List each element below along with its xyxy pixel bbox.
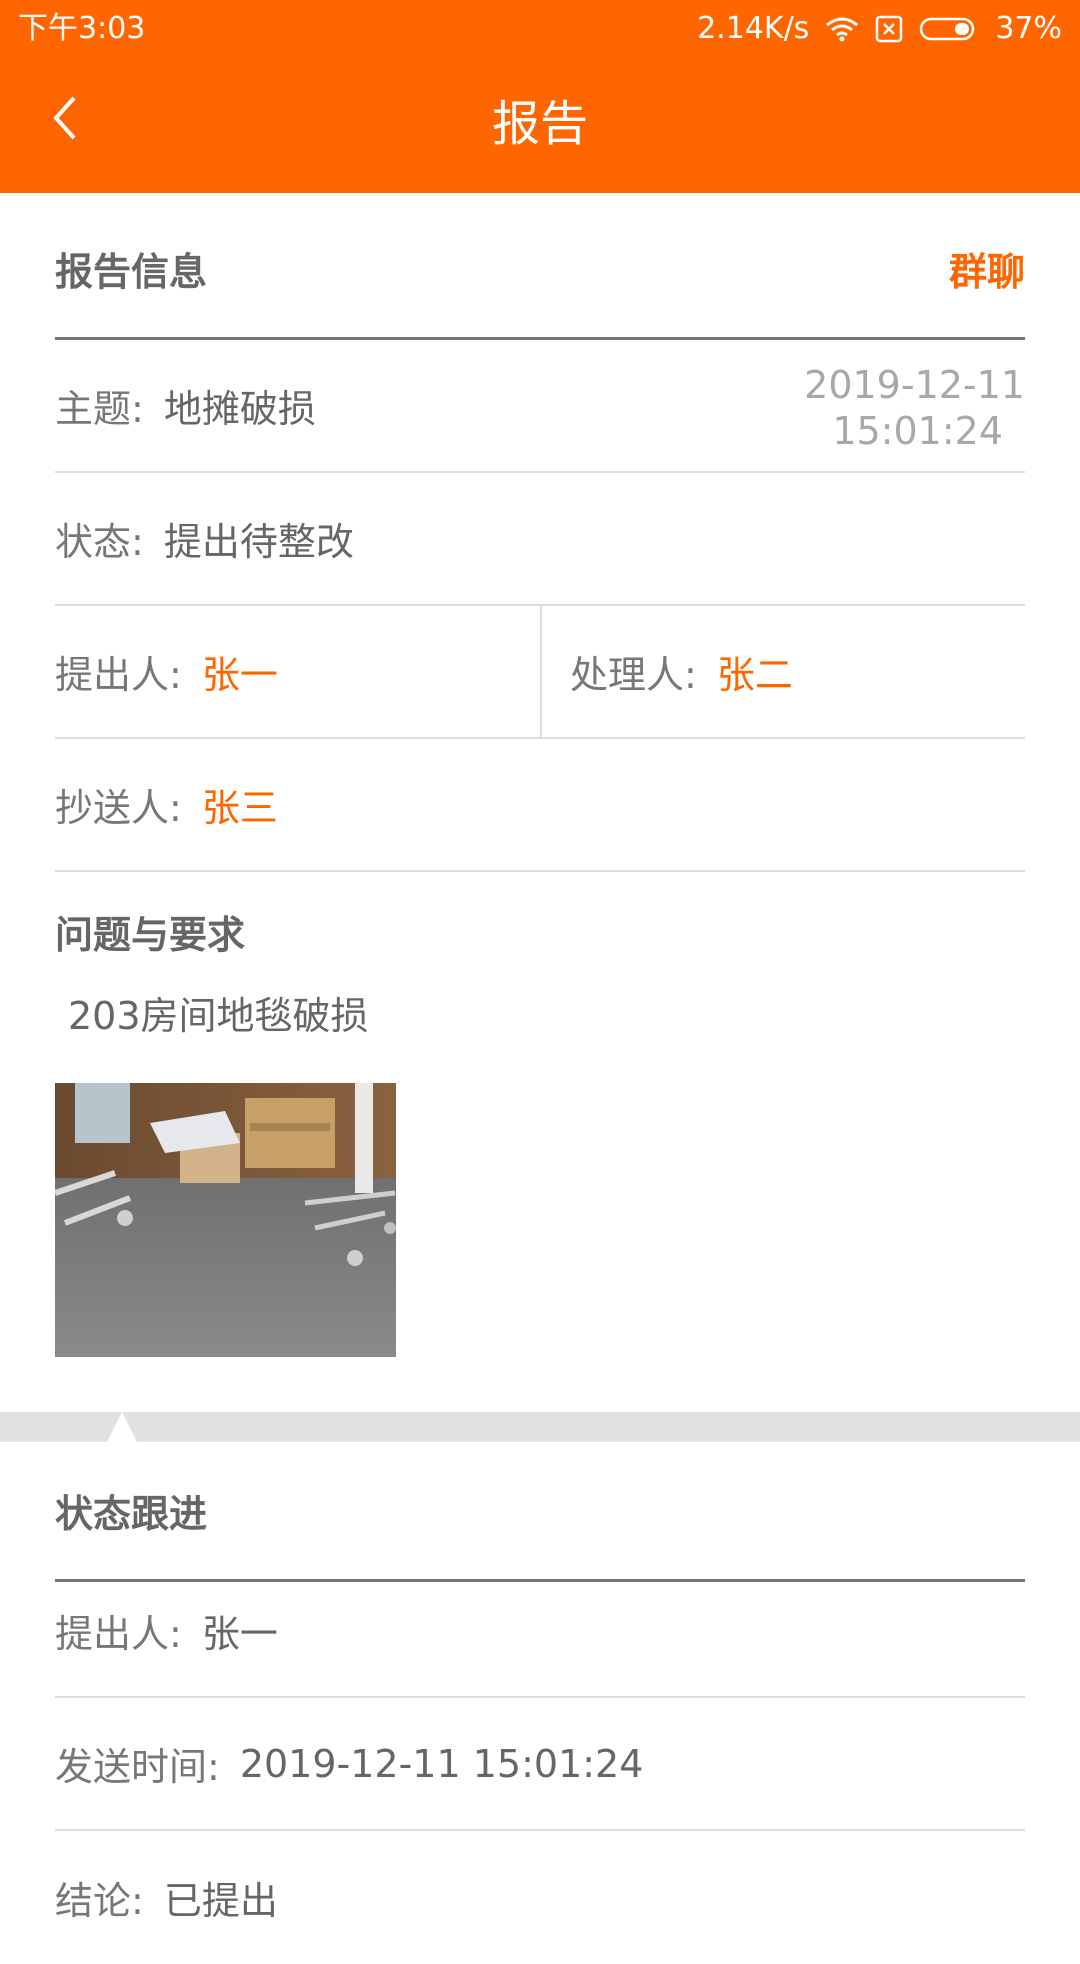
status-label: 状态: <box>55 520 144 564</box>
issue-description: 203房间地毯破损 <box>68 994 369 1038</box>
issue-title: 问题与要求 <box>55 913 246 957</box>
status-value: 提出待整改 <box>163 520 354 564</box>
subject-row: 主题: 地摊破损 2019-12-11 15:01:24 <box>55 340 1025 473</box>
send-time-row: 发送时间: 2019-12-11 15:01:24 <box>55 1698 1025 1831</box>
conclusion-label: 结论: <box>55 1879 144 1923</box>
status-time: 下午3:03 <box>18 11 146 46</box>
subject-value: 地摊破损 <box>163 387 316 431</box>
status-bar: 下午3:03 2.14K/s 37% <box>0 0 1080 58</box>
subject-label: 主题: <box>55 387 144 431</box>
report-timestamp: 2019-12-11 15:01:24 <box>804 362 1025 454</box>
section-divider <box>0 1412 1080 1442</box>
sim-off-icon <box>875 15 903 43</box>
send-time-value: 2019-12-11 15:01:24 <box>239 1741 644 1786</box>
battery-level: 37% <box>995 11 1062 46</box>
proposer-label: 提出人: <box>55 653 182 697</box>
proposer-name[interactable]: 张一 <box>202 644 278 699</box>
network-speed: 2.14K/s <box>697 11 810 46</box>
conclusion-value: 已提出 <box>163 1879 278 1923</box>
conclusion-row: 结论: 已提出 <box>55 1831 1025 1964</box>
proposer-cell: 提出人: 张一 <box>55 606 540 737</box>
people-row: 提出人: 张一 处理人: 张二 <box>55 606 1025 739</box>
handler-cell: 处理人: 张二 <box>540 606 1025 737</box>
cc-name[interactable]: 张三 <box>202 777 278 832</box>
page-title: 报告 <box>491 96 588 152</box>
wifi-icon <box>825 16 859 42</box>
follow-up-header: 状态跟进 <box>55 1442 1025 1582</box>
follow-up-proposer-value: 张一 <box>201 1612 278 1656</box>
handler-name[interactable]: 张二 <box>717 644 793 699</box>
report-info-title: 报告信息 <box>55 250 208 294</box>
cc-row: 抄送人: 张三 <box>55 739 1025 872</box>
status-indicators: 2.14K/s 37% <box>697 0 1062 58</box>
send-time-label: 发送时间: <box>55 1745 220 1789</box>
follow-up-proposer-row: 提出人: 张一 <box>55 1565 1025 1698</box>
report-time: 15:01:24 <box>832 409 1003 453</box>
battery-icon <box>919 16 979 42</box>
follow-up-proposer-label: 提出人: <box>55 1612 182 1656</box>
status-row: 状态: 提出待整改 <box>55 473 1025 606</box>
report-date: 2019-12-11 <box>804 363 1025 407</box>
follow-up-title: 状态跟进 <box>55 1492 208 1536</box>
app-header: 下午3:03 2.14K/s 37% 报告 <box>0 0 1080 193</box>
handler-label: 处理人: <box>570 653 697 697</box>
group-chat-button[interactable]: 群聊 <box>949 241 1025 296</box>
report-info-header: 报告信息 群聊 <box>55 200 1025 340</box>
divider-notch <box>107 1412 137 1442</box>
issue-photo[interactable] <box>55 1083 396 1357</box>
cc-label: 抄送人: <box>55 786 182 830</box>
